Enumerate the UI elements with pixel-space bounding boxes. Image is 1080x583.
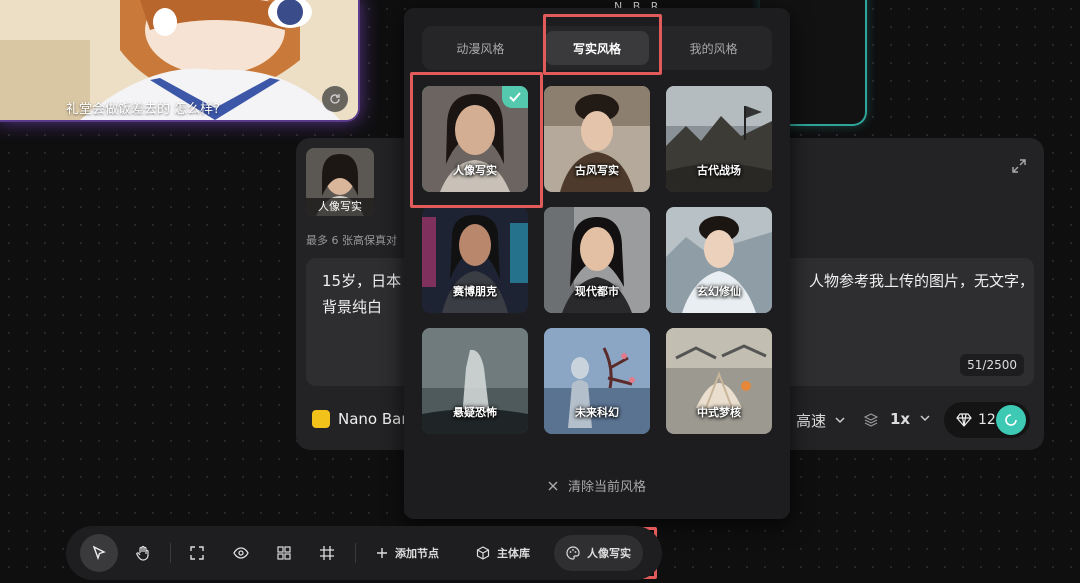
chevron-down-icon [920, 415, 930, 422]
select-tool-button[interactable] [80, 534, 118, 572]
layers-icon [863, 413, 879, 427]
hash-icon [320, 546, 334, 560]
cube-icon [476, 546, 490, 560]
tab-my-style[interactable]: 我的风格 [662, 31, 766, 65]
frame-icon [190, 546, 204, 560]
style-tile-suspense-horror[interactable]: 悬疑恐怖 [422, 328, 528, 434]
style-tile-chinese-dreamcore[interactable]: 中式梦核 [666, 328, 772, 434]
preview-button[interactable] [222, 534, 260, 572]
style-label: 现代都市 [575, 285, 619, 298]
style-tile-cyberpunk[interactable]: 赛博朋克 [422, 207, 528, 313]
style-picker-popover: 动漫风格 写实风格 我的风格 人像写实 古风写实 古代战场 赛博朋克 现代都市 … [404, 8, 790, 519]
style-button[interactable]: 人像写实 [554, 535, 643, 571]
bottom-toolbar: 添加节点 主体库 人像写实 [66, 526, 662, 580]
prompt-line-1: 15岁，日本 [322, 272, 402, 290]
palette-icon [566, 546, 580, 560]
quantity-value: 1x [890, 410, 911, 428]
chevron-down-icon [835, 417, 845, 424]
snap-grid-button[interactable] [308, 534, 346, 572]
clear-style-label: 清除当前风格 [567, 480, 646, 495]
subject-library-label: 主体库 [497, 547, 530, 560]
style-tile-ancient-battlefield[interactable]: 古代战场 [666, 86, 772, 192]
diamond-icon [956, 413, 972, 427]
style-tile-portrait-realistic[interactable]: 人像写实 [422, 86, 528, 192]
grid-view-button[interactable] [265, 534, 303, 572]
reference-image-thumb[interactable]: 人像写实 [306, 148, 374, 216]
cost-value: 12 [978, 412, 996, 428]
style-label: 古风写实 [575, 164, 619, 177]
style-tile-future-scifi[interactable]: 未来科幻 [544, 328, 650, 434]
refresh-icon [330, 94, 340, 104]
refresh-button[interactable] [322, 86, 348, 112]
image-caption: 礼堂会做饭差去的 怎么样? [66, 102, 221, 117]
expand-button[interactable] [1012, 158, 1026, 177]
hand-tool-button[interactable] [124, 534, 162, 572]
grid-icon [277, 546, 291, 560]
style-tile-modern-city[interactable]: 现代都市 [544, 207, 650, 313]
anime-result-card[interactable]: 礼堂会做饭差去的 怎么样? [0, 0, 358, 120]
cursor-arrow-icon [92, 545, 106, 561]
clear-style-button[interactable]: 清除当前风格 [404, 476, 790, 495]
style-tabs: 动漫风格 写实风格 我的风格 [422, 26, 772, 70]
style-label: 玄幻修仙 [697, 285, 741, 298]
selected-check-icon [502, 86, 528, 108]
style-label: 古代战场 [697, 164, 741, 177]
add-node-label: 添加节点 [395, 547, 439, 560]
tab-anime-style[interactable]: 动漫风格 [428, 31, 532, 65]
quantity-dropdown[interactable]: 1x [890, 410, 931, 428]
expand-icon [1012, 159, 1026, 173]
banana-model-icon [312, 410, 330, 428]
style-label: 人像写实 [453, 164, 497, 177]
speed-dropdown[interactable]: 高速 [796, 410, 846, 431]
layers-button[interactable] [863, 412, 879, 431]
style-label: 悬疑恐怖 [453, 406, 497, 419]
close-icon [548, 481, 558, 490]
toolbar-divider [355, 543, 356, 563]
eye-icon [233, 547, 249, 559]
character-counter: 51/2500 [960, 354, 1024, 376]
style-button-label: 人像写实 [587, 547, 631, 560]
add-node-button[interactable]: 添加节点 [376, 534, 439, 572]
fit-view-button[interactable] [178, 534, 216, 572]
prompt-line-1-tail: 人物参考我上传的图片，无文字， [808, 272, 1034, 290]
reference-note: 最多 6 张高保真对 [306, 234, 397, 247]
style-label: 未来科幻 [575, 406, 619, 419]
tab-realistic-style[interactable]: 写实风格 [544, 31, 649, 65]
plus-icon [377, 548, 387, 558]
model-selector[interactable]: Nano Bar [312, 410, 408, 428]
style-tile-ancient-realistic[interactable]: 古风写实 [544, 86, 650, 192]
model-name: Nano Bar [338, 410, 408, 428]
hand-icon [136, 545, 149, 561]
reference-style-label: 人像写实 [306, 198, 374, 216]
spinner-icon [1005, 414, 1017, 426]
style-label: 中式梦核 [697, 406, 741, 419]
generate-button[interactable] [996, 405, 1026, 435]
cost-display: 12 [944, 402, 1030, 438]
style-tile-fantasy-xianxia[interactable]: 玄幻修仙 [666, 207, 772, 313]
style-label: 赛博朋克 [453, 285, 497, 298]
subject-library-button[interactable]: 主体库 [476, 534, 530, 572]
toolbar-divider [170, 543, 171, 563]
speed-label: 高速 [796, 412, 827, 430]
